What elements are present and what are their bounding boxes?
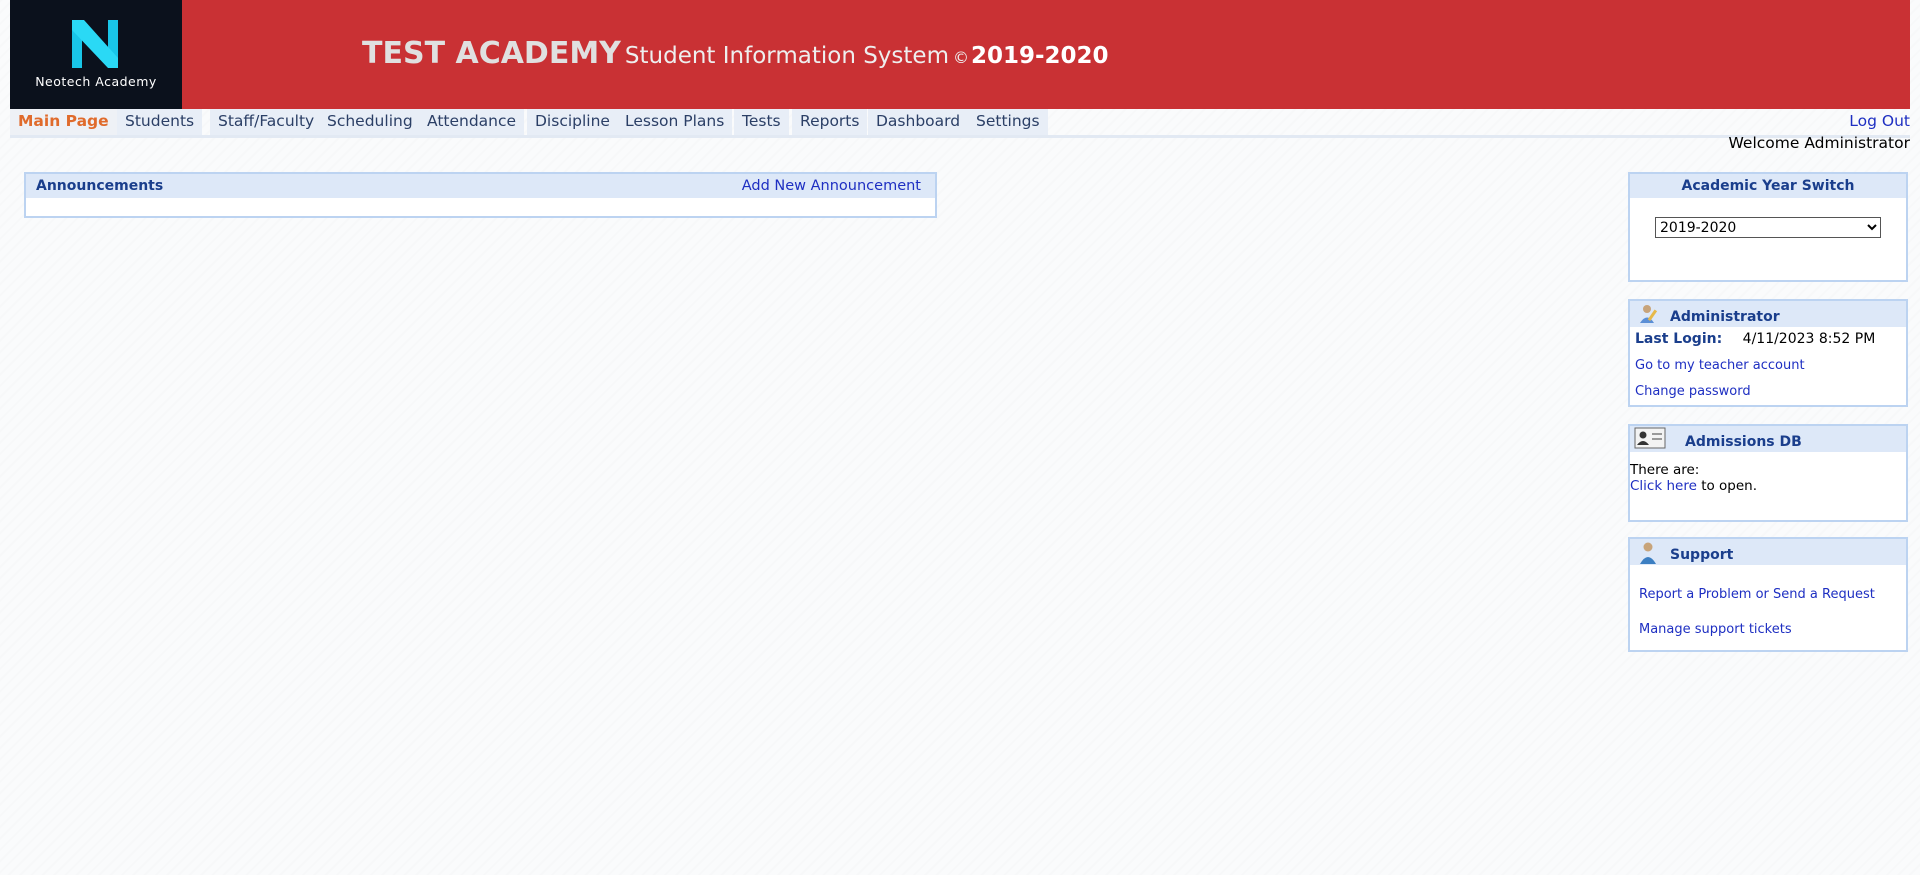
header-year: 2019-2020 xyxy=(970,43,1109,69)
last-login-label: Last Login: xyxy=(1635,331,1723,347)
page-header-title: TEST ACADEMY Student Information System ©2… xyxy=(362,36,1109,71)
logo[interactable]: Neotech Academy xyxy=(10,0,182,109)
support-person-icon xyxy=(1638,541,1660,569)
admissions-open-row: Click here to open. xyxy=(1630,478,1757,494)
administrator-panel: Administrator Last Login: 4/11/2023 8:52… xyxy=(1628,299,1908,407)
admissions-open-text: to open. xyxy=(1701,478,1758,494)
id-card-icon xyxy=(1634,427,1666,453)
academic-year-select[interactable]: 2019-2020 xyxy=(1655,217,1881,238)
nav-dashboard[interactable]: Dashboard xyxy=(868,109,969,135)
manage-tickets-link[interactable]: Manage support tickets xyxy=(1639,622,1792,637)
admissions-open-link[interactable]: Click here xyxy=(1630,478,1697,494)
admissions-panel: Admissions DB There are: Click here to o… xyxy=(1628,424,1908,522)
teacher-account-link[interactable]: Go to my teacher account xyxy=(1635,358,1805,373)
support-header: Support xyxy=(1630,539,1906,565)
nav-attendance[interactable]: Attendance xyxy=(419,109,525,135)
welcome-text: Welcome Administrator xyxy=(1728,134,1911,152)
last-login-value: 4/11/2023 8:52 PM xyxy=(1742,331,1876,347)
nav-staff-faculty[interactable]: Staff/Faculty xyxy=(210,109,323,135)
neotech-n-logo-icon xyxy=(72,20,118,68)
system-name: Student Information System xyxy=(624,43,949,69)
academic-year-title: Academic Year Switch xyxy=(1630,174,1906,198)
report-problem-link[interactable]: Report a Problem or Send a Request xyxy=(1639,587,1875,602)
change-password-link[interactable]: Change password xyxy=(1635,384,1751,399)
logo-text: Neotech Academy xyxy=(35,74,157,89)
admissions-header: Admissions DB xyxy=(1630,426,1906,452)
support-panel: Support Report a Problem or Send a Reque… xyxy=(1628,537,1908,652)
nav-scheduling[interactable]: Scheduling xyxy=(319,109,421,135)
nav-tests[interactable]: Tests xyxy=(734,109,789,135)
announcements-title: Announcements xyxy=(36,178,164,194)
nav-reports[interactable]: Reports xyxy=(792,109,868,135)
school-name: TEST ACADEMY xyxy=(362,36,621,71)
nav-students[interactable]: Students xyxy=(117,109,203,135)
add-announcement-link[interactable]: Add New Announcement xyxy=(742,174,921,198)
admissions-title: Admissions DB xyxy=(1685,434,1802,450)
announcements-header: Announcements Add New Announcement xyxy=(26,174,935,198)
nav-lesson-plans[interactable]: Lesson Plans xyxy=(617,109,733,135)
last-login-row: Last Login: 4/11/2023 8:52 PM xyxy=(1635,331,1875,347)
academic-year-switch-panel: Academic Year Switch 2019-2020 xyxy=(1628,172,1908,282)
support-title: Support xyxy=(1670,547,1734,563)
copyright-symbol: © xyxy=(952,48,969,67)
nav-settings[interactable]: Settings xyxy=(968,109,1048,135)
logout-link[interactable]: Log Out xyxy=(1849,109,1910,134)
nav-discipline[interactable]: Discipline xyxy=(527,109,618,135)
administrator-header: Administrator xyxy=(1630,301,1906,327)
announcements-panel: Announcements Add New Announcement xyxy=(24,172,937,218)
administrator-title: Administrator xyxy=(1670,309,1780,325)
user-pencil-icon xyxy=(1638,303,1660,329)
nav-main-page[interactable]: Main Page xyxy=(10,109,117,135)
admissions-count-text: There are: xyxy=(1630,462,1700,478)
main-nav: Main Page Students Staff/Faculty Schedul… xyxy=(10,109,1910,138)
